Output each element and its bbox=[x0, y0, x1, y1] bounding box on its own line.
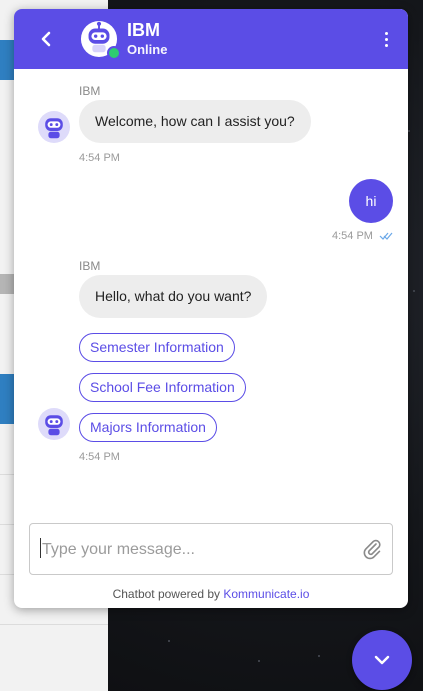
double-check-icon bbox=[379, 232, 393, 240]
user-message-bubble: hi bbox=[349, 179, 393, 223]
message-input[interactable] bbox=[40, 537, 354, 563]
bot-message-bubble: Welcome, how can I assist you? bbox=[79, 100, 311, 143]
message-timestamp: 4:54 PM bbox=[79, 152, 120, 164]
bot-name: IBM bbox=[127, 20, 160, 40]
menu-button[interactable] bbox=[378, 27, 394, 51]
sender-label: IBM bbox=[79, 259, 101, 273]
chevron-down-icon bbox=[374, 655, 390, 665]
kommunicate-link[interactable]: Kommunicate.io bbox=[223, 587, 309, 601]
chat-launcher-button[interactable] bbox=[352, 630, 412, 690]
quick-reply-semester[interactable]: Semester Information bbox=[79, 333, 235, 362]
message-input-container bbox=[29, 523, 393, 575]
online-status-dot bbox=[107, 46, 121, 60]
chat-header: IBM Online bbox=[14, 9, 408, 69]
vertical-dots-icon bbox=[384, 31, 388, 35]
quick-reply-majors[interactable]: Majors Information bbox=[79, 413, 217, 442]
chat-widget: IBM Online IBM Welcome, how can I assist… bbox=[14, 9, 408, 608]
message-timestamp: 4:54 PM bbox=[332, 230, 373, 242]
powered-by-text: Chatbot powered by bbox=[112, 587, 224, 601]
bot-avatar-icon bbox=[38, 111, 70, 143]
background-accent bbox=[0, 274, 14, 294]
back-button[interactable] bbox=[34, 27, 58, 51]
powered-by-footer: Chatbot powered by Kommunicate.io bbox=[14, 587, 408, 601]
background-accent bbox=[0, 40, 14, 80]
bot-message-bubble: Hello, what do you want? bbox=[79, 275, 268, 318]
background-accent bbox=[0, 374, 14, 424]
quick-reply-school-fee[interactable]: School Fee Information bbox=[79, 373, 246, 402]
bot-avatar-icon bbox=[38, 408, 70, 440]
sender-label: IBM bbox=[79, 84, 101, 98]
paperclip-icon[interactable] bbox=[362, 538, 382, 560]
background-divider bbox=[0, 624, 108, 625]
message-timestamp: 4:54 PM bbox=[79, 451, 120, 463]
bot-status: Online bbox=[127, 42, 168, 57]
chevron-left-icon bbox=[41, 31, 51, 47]
